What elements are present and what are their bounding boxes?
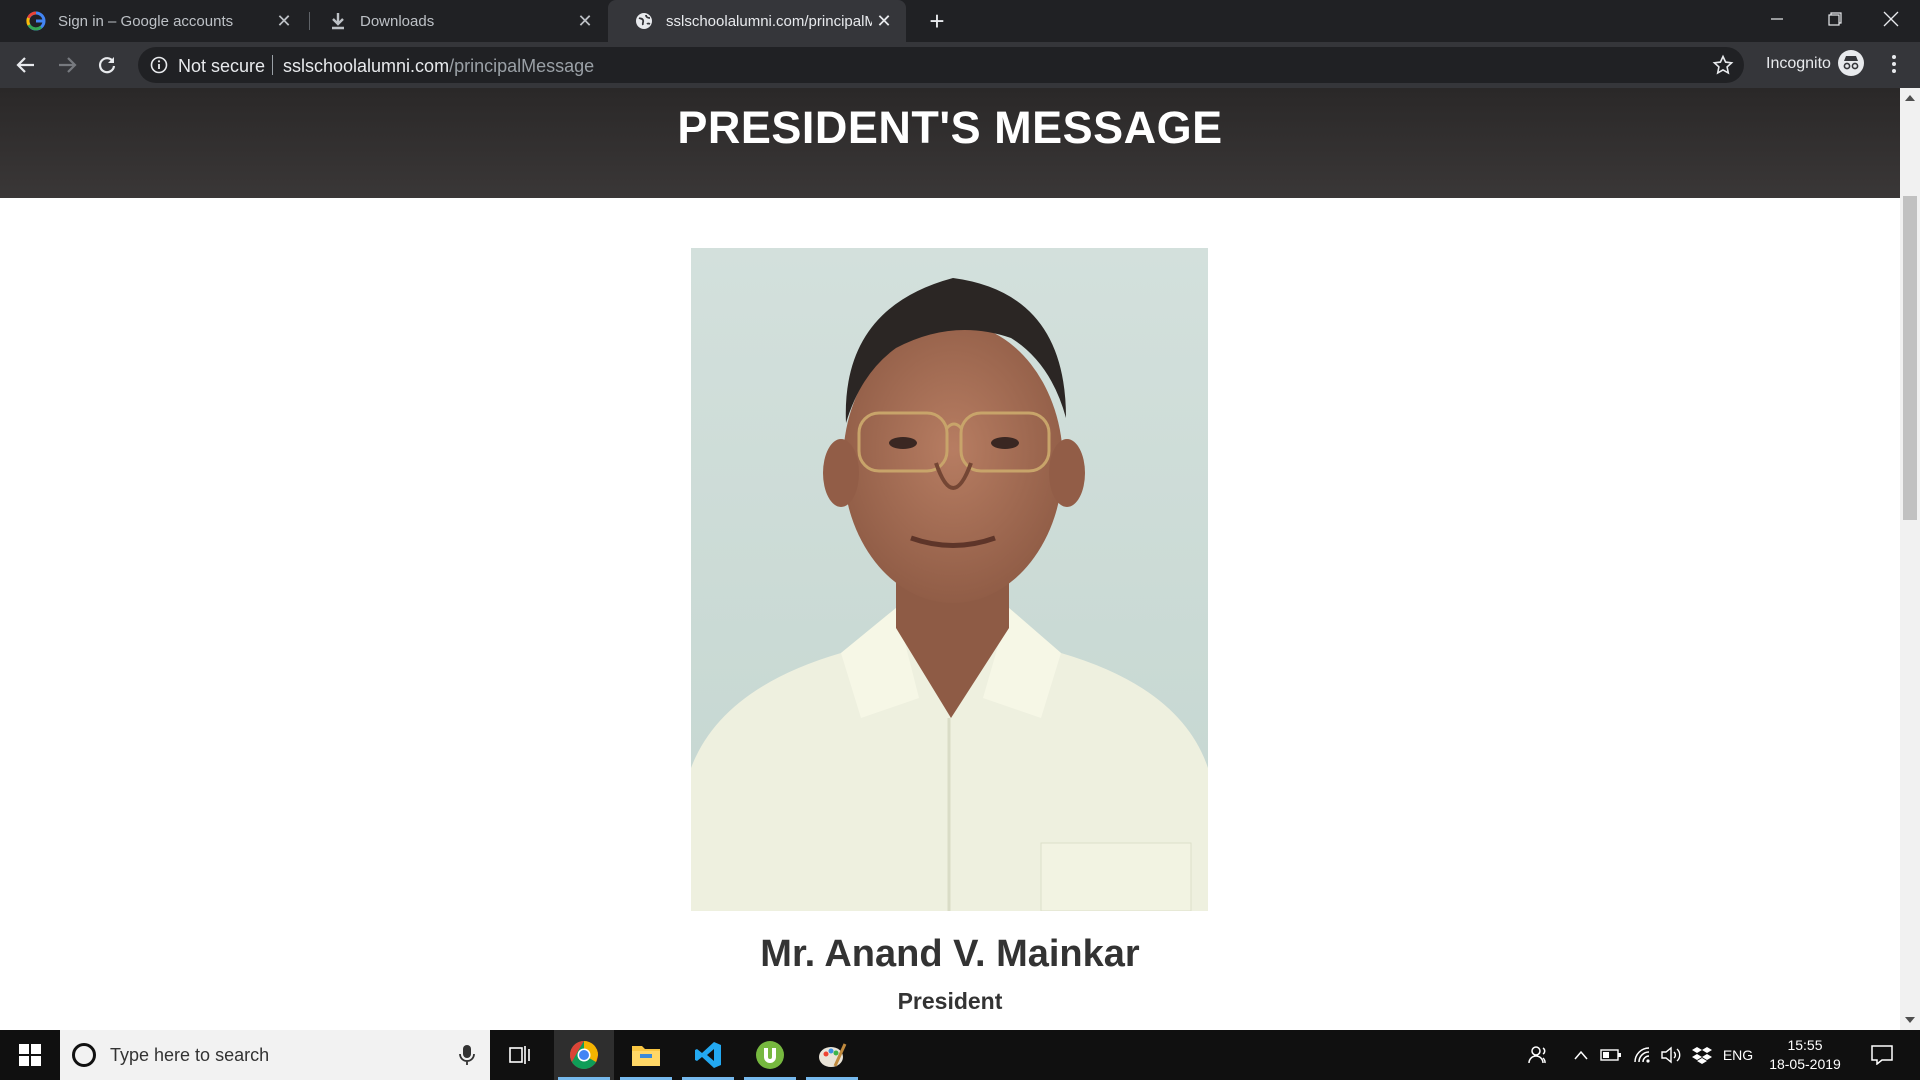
president-name: Mr. Anand V. Mainkar (760, 933, 1140, 975)
restore-button[interactable] (1806, 0, 1864, 38)
page-viewport: PRESIDENT'S MESSAGE Mr. Anand V. Mainkar… (0, 88, 1900, 1030)
paint-icon (819, 1043, 847, 1067)
tab-principal-message[interactable]: sslschoolalumni.com/principalMe ✕ (608, 0, 906, 42)
tab-label: Downloads (360, 12, 435, 30)
search-placeholder: Type here to search (110, 1045, 270, 1065)
chevron-up-icon[interactable] (1568, 1030, 1594, 1080)
windows-logo-icon (19, 1044, 41, 1066)
clock-time: 15:55 (1787, 1037, 1823, 1053)
task-view-button[interactable] (490, 1030, 550, 1080)
cortana-icon (72, 1043, 96, 1067)
close-icon[interactable]: ✕ (272, 9, 296, 33)
windows-taskbar: Type here to search ENG 15:55 18-05-2019 (0, 1030, 1920, 1080)
taskbar-chrome[interactable] (554, 1030, 614, 1080)
minimize-button[interactable] (1748, 0, 1806, 38)
globe-icon (634, 11, 654, 31)
google-icon (26, 11, 46, 31)
page-title: PRESIDENT'S MESSAGE (677, 102, 1223, 153)
url-path: /principalMessage (449, 56, 595, 76)
url-text[interactable]: sslschoolalumni.com/principalMessage (283, 56, 594, 77)
forward-button[interactable] (51, 49, 83, 81)
address-bar[interactable]: Not secure sslschoolalumni.com/principal… (138, 47, 1744, 83)
taskbar-search-box[interactable]: Type here to search (60, 1030, 490, 1080)
dropbox-icon[interactable] (1688, 1030, 1716, 1080)
scroll-up-arrow-icon[interactable] (1900, 90, 1920, 106)
chrome-icon (570, 1041, 598, 1069)
scrollbar-thumb[interactable] (1903, 196, 1917, 520)
volume-icon[interactable] (1656, 1030, 1686, 1080)
star-icon[interactable] (1712, 54, 1734, 76)
incognito-label: Incognito (1766, 55, 1831, 72)
new-tab-button[interactable]: + (922, 6, 952, 36)
wifi-icon[interactable] (1629, 1030, 1657, 1080)
browser-toolbar: Not secure sslschoolalumni.com/principal… (0, 42, 1920, 88)
taskbar-file-explorer[interactable] (616, 1030, 676, 1080)
page-header-band: PRESIDENT'S MESSAGE (0, 88, 1900, 198)
people-icon[interactable] (1520, 1030, 1556, 1080)
vertical-scrollbar[interactable] (1900, 88, 1920, 1030)
reload-button[interactable] (91, 49, 123, 81)
security-label[interactable]: Not secure (178, 56, 265, 77)
menu-icon[interactable] (1884, 53, 1904, 75)
language-indicator[interactable]: ENG (1718, 1030, 1758, 1080)
file-explorer-icon (632, 1046, 660, 1066)
president-portrait (691, 248, 1208, 911)
utorrent-icon (756, 1041, 784, 1069)
incognito-icon[interactable] (1838, 50, 1864, 76)
clock-date: 18-05-2019 (1769, 1056, 1841, 1072)
back-button[interactable] (10, 49, 42, 81)
start-button[interactable] (0, 1030, 60, 1080)
taskbar-clock[interactable]: 15:55 18-05-2019 (1760, 1036, 1850, 1074)
taskbar-vscode[interactable] (678, 1030, 738, 1080)
info-icon[interactable] (150, 56, 168, 74)
action-center-icon[interactable] (1862, 1030, 1902, 1080)
president-role: President (897, 988, 1003, 1014)
vscode-icon (695, 1042, 721, 1068)
task-view-icon (509, 1046, 530, 1064)
tab-label: Sign in – Google accounts (58, 12, 234, 30)
tab-downloads[interactable]: Downloads ✕ (302, 0, 607, 42)
tab-label: sslschoolalumni.com/principalMe (666, 12, 872, 30)
omnibox-divider (272, 55, 273, 75)
close-icon[interactable]: ✕ (872, 9, 896, 33)
close-icon[interactable]: ✕ (573, 9, 597, 33)
browser-tab-strip: Sign in – Google accounts ✕ Downloads ✕ … (0, 0, 1920, 42)
tab-google-sign-in[interactable]: Sign in – Google accounts ✕ (0, 0, 306, 42)
microphone-icon[interactable] (458, 1044, 476, 1066)
close-window-button[interactable] (1862, 0, 1920, 38)
download-icon (328, 11, 348, 31)
battery-icon[interactable] (1597, 1030, 1625, 1080)
taskbar-utorrent[interactable] (740, 1030, 800, 1080)
scroll-down-arrow-icon[interactable] (1900, 1012, 1920, 1028)
taskbar-paint[interactable] (802, 1030, 862, 1080)
url-host: sslschoolalumni.com (283, 56, 450, 76)
